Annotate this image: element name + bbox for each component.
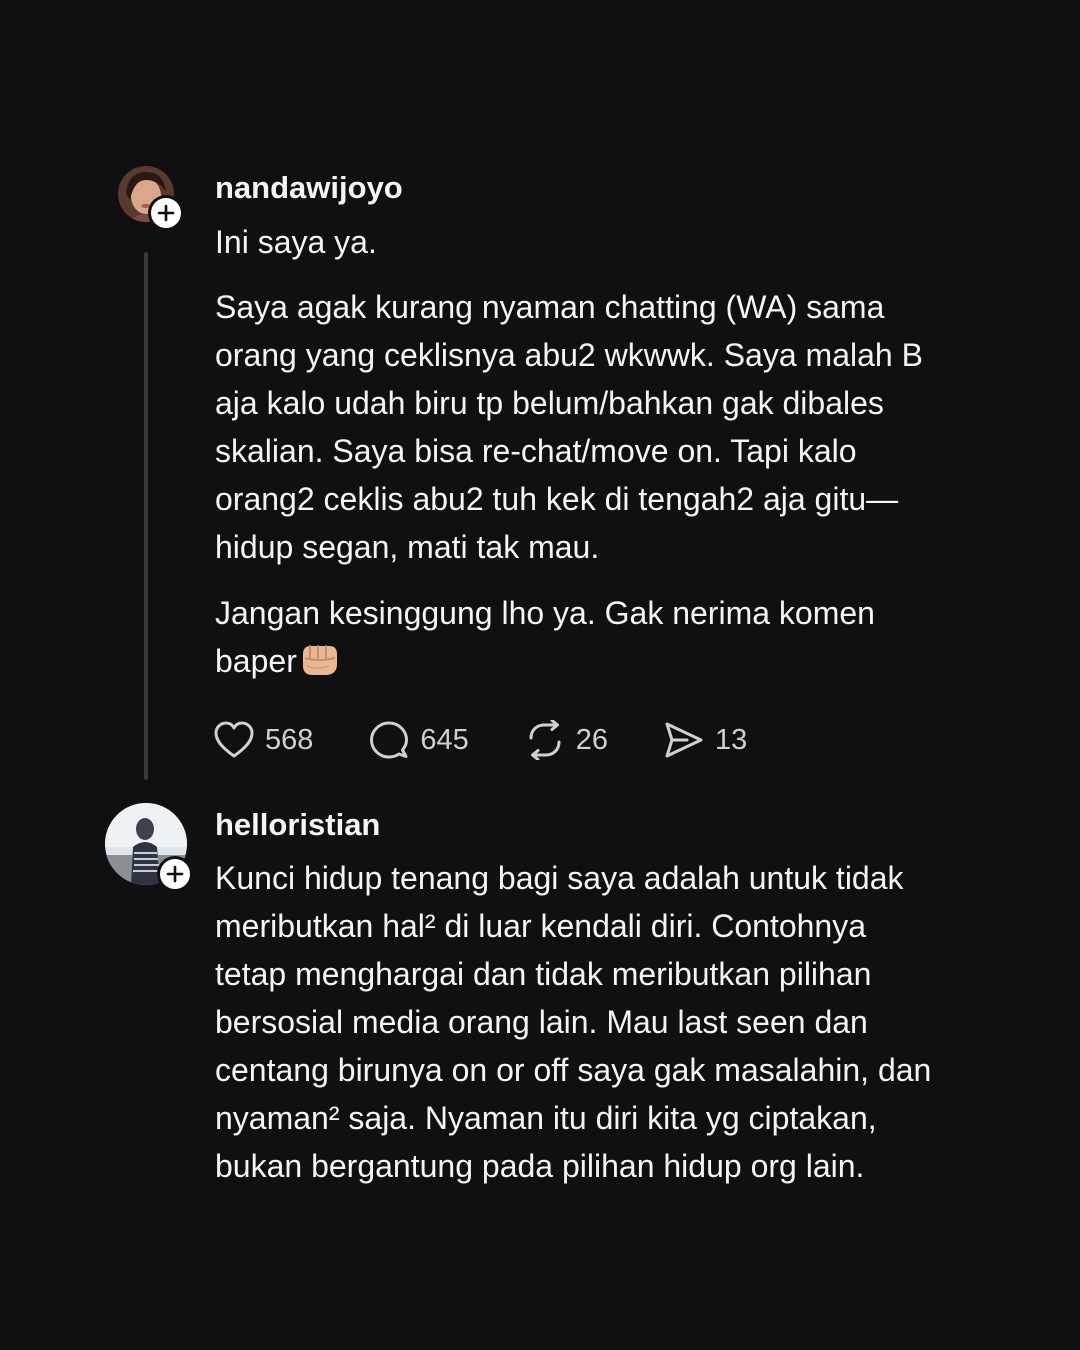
like-count: 568 [265, 723, 314, 756]
repost-button[interactable]: 26 [524, 720, 608, 760]
plus-icon [157, 204, 175, 222]
share-button[interactable]: 13 [663, 720, 747, 760]
comment-count: 645 [420, 723, 469, 756]
send-icon [665, 722, 703, 758]
comment-bubble-icon [370, 721, 409, 759]
follow-button[interactable] [148, 195, 184, 231]
share-count: 13 [715, 723, 748, 756]
repost-icon [529, 720, 561, 760]
follow-button[interactable] [157, 856, 193, 892]
repost-count: 26 [575, 723, 609, 756]
comment-button[interactable]: 645 [368, 720, 469, 760]
oncoming-fist-emoji [302, 645, 337, 675]
post-actions: 568 645 26 13 [213, 718, 747, 762]
post-paragraph: Saya agak kurang nyaman chatting (WA) sa… [215, 289, 923, 565]
plus-icon [166, 865, 184, 883]
username[interactable]: helloristian [215, 809, 380, 840]
thread-line [144, 252, 148, 780]
post-paragraph: Ini saya ya. [215, 224, 377, 260]
post-paragraph: Kunci hidup tenang bagi saya adalah untu… [215, 860, 932, 1184]
username[interactable]: nandawijoyo [215, 172, 403, 203]
post-paragraph-with-emoji: Jangan kesinggung lho ya. Gak nerima kom… [215, 589, 995, 685]
like-button[interactable]: 568 [213, 720, 313, 760]
heart-icon [214, 721, 254, 758]
